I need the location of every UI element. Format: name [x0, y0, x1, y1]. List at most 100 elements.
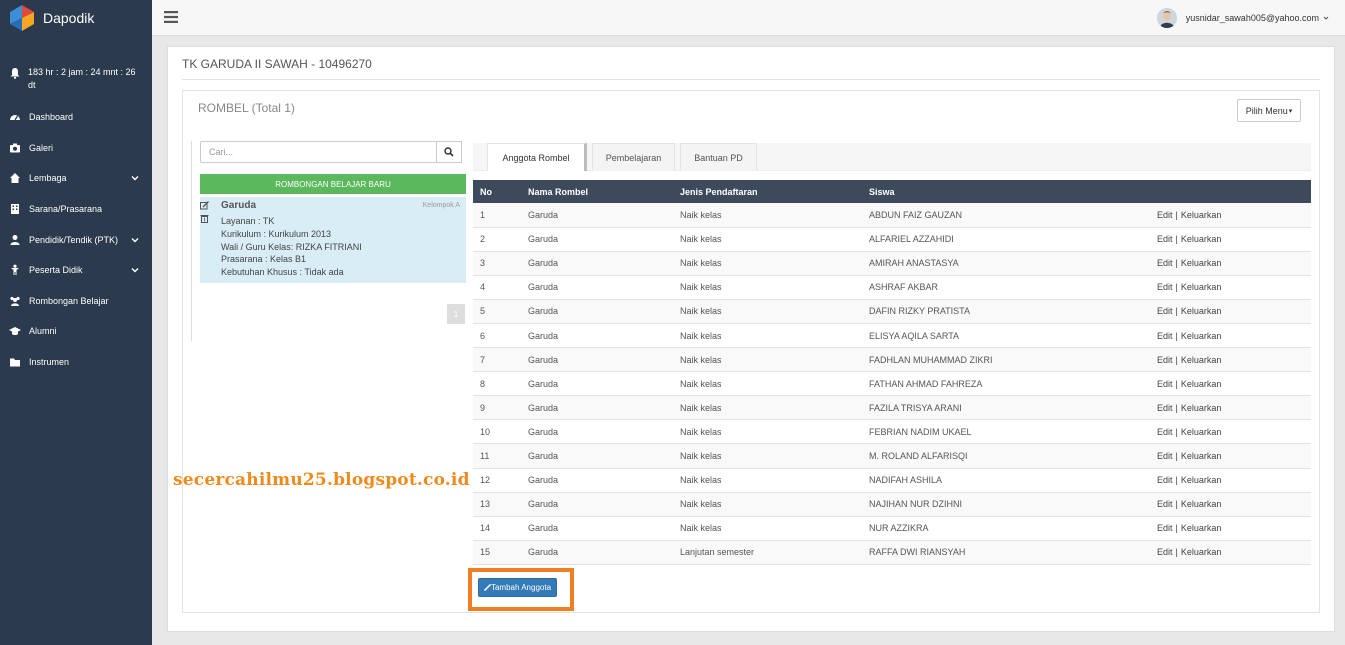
- edit-link[interactable]: Edit: [1157, 547, 1173, 557]
- tambah-anggota-button[interactable]: Tambah Anggota: [478, 578, 557, 597]
- keluarkan-link[interactable]: Keluarkan: [1181, 210, 1222, 220]
- edit-link[interactable]: Edit: [1157, 258, 1173, 268]
- cell-no: 7: [473, 347, 521, 373]
- keluarkan-link[interactable]: Keluarkan: [1181, 355, 1222, 365]
- keluarkan-link[interactable]: Keluarkan: [1181, 403, 1222, 413]
- rombel-kebutuhan: Kebutuhan Khusus : Tidak ada: [221, 267, 344, 278]
- table-row: 12 Garuda Naik kelas NADIFAH ASHILA Edit | Kel…: [473, 468, 1311, 493]
- cell-nama-rombel: Garuda: [521, 468, 673, 493]
- keluarkan-link[interactable]: Keluarkan: [1181, 523, 1222, 533]
- cell-siswa: FADHLAN MUHAMMAD ZIKRI: [862, 347, 1150, 373]
- home-icon: [10, 173, 20, 184]
- rombel-details: Layanan : TK Kurikulum : Kurikulum 2013 …: [221, 215, 362, 279]
- top-bar: yusnidar_sawah005@yahoo.com: [152, 0, 1345, 36]
- table-row: 6 Garuda Naik kelas ELISYA AQILA SARTA Edit |…: [473, 323, 1311, 349]
- sidebar-item-galeri[interactable]: Galeri: [0, 133, 152, 164]
- tab-anggota-rombel[interactable]: Anggota Rombel: [487, 143, 587, 171]
- keluarkan-link[interactable]: Keluarkan: [1181, 547, 1222, 557]
- separator: |: [1175, 475, 1178, 486]
- search-input[interactable]: Cari...: [200, 141, 437, 163]
- tambah-anggota-label: Tambah Anggota: [490, 583, 552, 592]
- edit-link[interactable]: Edit: [1157, 282, 1173, 292]
- pagination-page[interactable]: 1: [447, 304, 465, 324]
- keluarkan-link[interactable]: Keluarkan: [1181, 475, 1222, 485]
- sidebar-item-label: Instrumen: [29, 357, 70, 368]
- keluarkan-link[interactable]: Keluarkan: [1181, 234, 1222, 244]
- edit-link[interactable]: Edit: [1157, 306, 1173, 316]
- tab-pembelajaran[interactable]: Pembelajaran: [592, 143, 675, 171]
- keluarkan-link[interactable]: Keluarkan: [1181, 306, 1222, 316]
- cell-jenis-pendaftaran: Naik kelas: [673, 251, 862, 276]
- keluarkan-link[interactable]: Keluarkan: [1181, 282, 1222, 292]
- cell-no: 8: [473, 371, 521, 397]
- edit-link[interactable]: Edit: [1157, 355, 1173, 365]
- pilih-menu-button[interactable]: Pilih Menu ▾: [1237, 99, 1301, 122]
- tab-bantuan-pd[interactable]: Bantuan PD: [680, 143, 757, 171]
- brand[interactable]: Dapodik: [0, 0, 152, 36]
- keluarkan-link[interactable]: Keluarkan: [1181, 451, 1222, 461]
- rombel-name: Garuda: [221, 200, 257, 211]
- user-menu[interactable]: yusnidar_sawah005@yahoo.com: [1156, 8, 1329, 28]
- cell-actions: Edit | Keluarkan: [1150, 419, 1311, 445]
- edit-link[interactable]: Edit: [1157, 451, 1173, 461]
- keluarkan-link[interactable]: Keluarkan: [1181, 499, 1222, 509]
- sidebar-item-alumni[interactable]: Alumni: [0, 316, 152, 347]
- sidebar-item-label: Rombongan Belajar: [29, 295, 109, 306]
- cell-jenis-pendaftaran: Naik kelas: [673, 323, 862, 349]
- edit-link[interactable]: Edit: [1157, 210, 1173, 220]
- sidebar-item-dashboard[interactable]: Dashboard: [0, 102, 152, 133]
- cell-nama-rombel: Garuda: [521, 323, 673, 349]
- cell-siswa: FEBRIAN NADIM UKAEL: [862, 419, 1150, 445]
- cell-siswa: M. ROLAND ALFARISQI: [862, 443, 1150, 469]
- edit-link[interactable]: Edit: [1157, 523, 1173, 533]
- sidebar-item-peserta-didik[interactable]: Peserta Didik: [0, 255, 152, 286]
- table-row: 5 Garuda Naik kelas DAFIN RIZKY PRATISTA Edi…: [473, 299, 1311, 324]
- edit-link[interactable]: Edit: [1157, 427, 1173, 437]
- sidebar: Dapodik 183 hr : 2 jam : 24 mnt : 26 dt …: [0, 0, 152, 645]
- cell-no: 9: [473, 395, 521, 421]
- sidebar-item-rombongan-belajar[interactable]: Rombongan Belajar: [0, 286, 152, 317]
- edit-link[interactable]: Edit: [1157, 475, 1173, 485]
- edit-link[interactable]: Edit: [1157, 499, 1173, 509]
- separator: |: [1175, 282, 1178, 293]
- rombel-layanan: Layanan : TK: [221, 216, 275, 226]
- building-icon: [11, 204, 19, 215]
- keluarkan-link[interactable]: Keluarkan: [1181, 258, 1222, 268]
- search-icon: [444, 147, 454, 157]
- pencil-icon: [483, 584, 491, 591]
- rombel-kurikulum: Kurikulum : Kurikulum 2013: [221, 228, 332, 239]
- separator: |: [1175, 306, 1178, 317]
- edit-icon[interactable]: [200, 201, 209, 210]
- cell-nama-rombel: Garuda: [521, 227, 673, 252]
- keluarkan-link[interactable]: Keluarkan: [1181, 427, 1222, 437]
- cell-actions: Edit | Keluarkan: [1150, 251, 1311, 276]
- edit-link[interactable]: Edit: [1157, 403, 1173, 413]
- sidebar-item-lembaga[interactable]: Lembaga: [0, 163, 152, 194]
- cell-nama-rombel: Garuda: [521, 347, 673, 373]
- edit-link[interactable]: Edit: [1157, 379, 1173, 389]
- keluarkan-link[interactable]: Keluarkan: [1181, 379, 1222, 389]
- tab-bar: Anggota Rombel Pembelajaran Bantuan PD: [473, 143, 1311, 171]
- hamburger-menu-icon[interactable]: [164, 11, 178, 23]
- rombel-card[interactable]: Garuda Kelompok A Layanan : TK Kurikulum…: [200, 197, 466, 283]
- cell-siswa: ELISYA AQILA SARTA: [862, 323, 1150, 349]
- search-button[interactable]: [436, 141, 462, 163]
- edit-link[interactable]: Edit: [1157, 234, 1173, 244]
- col-no: No: [473, 180, 521, 203]
- cell-jenis-pendaftaran: Naik kelas: [673, 468, 862, 493]
- cell-jenis-pendaftaran: Naik kelas: [673, 203, 862, 228]
- sidebar-item-instrumen[interactable]: Instrumen: [0, 347, 152, 378]
- cell-jenis-pendaftaran: Naik kelas: [673, 492, 862, 517]
- cell-nama-rombel: Garuda: [521, 395, 673, 421]
- keluarkan-link[interactable]: Keluarkan: [1181, 331, 1222, 341]
- trash-icon[interactable]: [200, 214, 209, 223]
- new-rombel-button[interactable]: ROMBONGAN BELAJAR BARU: [200, 174, 466, 194]
- cell-siswa: NADIFAH ASHILA: [862, 468, 1150, 493]
- sidebar-item-label: Galeri: [29, 142, 54, 153]
- sidebar-item-sarana-prasarana[interactable]: Sarana/Prasarana: [0, 194, 152, 225]
- cell-actions: Edit | Keluarkan: [1150, 323, 1311, 349]
- rombel-prasarana: Prasarana : Kelas B1: [221, 254, 307, 265]
- edit-link[interactable]: Edit: [1157, 331, 1173, 341]
- sidebar-item-pendidik-tendik[interactable]: Pendidik/Tendik (PTK): [0, 224, 152, 255]
- cell-actions: Edit | Keluarkan: [1150, 443, 1311, 469]
